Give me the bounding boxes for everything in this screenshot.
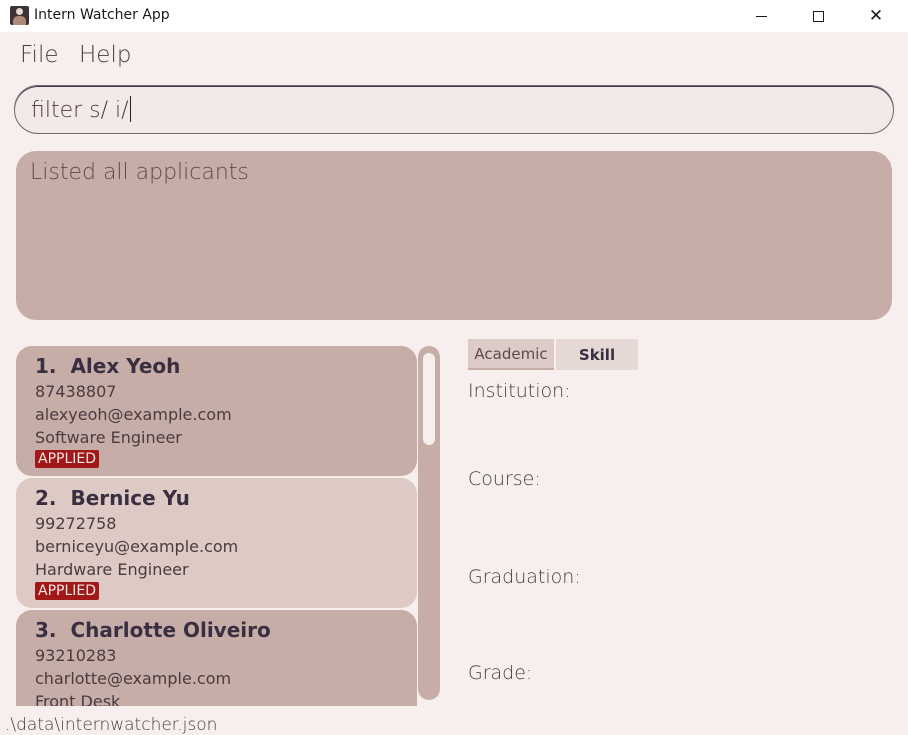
save-file-path: .\data\internwatcher.json [5,715,218,735]
applicant-card[interactable]: 3. Charlotte Oliveiro 93210283 charlotte… [16,610,417,706]
applicant-email: berniceyu@example.com [35,537,239,556]
institution-label: Institution: [468,380,571,402]
applicant-detail-panel: Academic Skill Institution: Course: Grad… [455,336,900,706]
maximize-button[interactable] [795,0,841,32]
applicant-phone: 99272758 [35,514,117,533]
minimize-icon [755,15,767,17]
tab-academic[interactable]: Academic [468,339,554,370]
graduation-label: Graduation: [468,566,581,588]
list-scrollbar[interactable] [418,346,440,700]
applicant-role: Hardware Engineer [35,560,189,579]
window-title: Intern Watcher App [34,7,170,23]
menu-file[interactable]: File [20,42,59,68]
command-text: filter s/ i/ [31,98,129,123]
applicant-list-panel: 1. Alex Yeoh 87438807 alexyeoh@example.c… [8,336,452,706]
status-badge: APPLIED [35,582,100,600]
command-box[interactable]: filter s/ i/ [14,85,894,134]
applicant-phone: 87438807 [35,382,117,401]
text-caret [129,96,131,122]
applicant-email: charlotte@example.com [35,669,232,688]
applicant-name: 2. Bernice Yu [35,486,190,510]
applicant-name: 1. Alex Yeoh [35,354,181,378]
close-button[interactable]: ✕ [853,0,899,32]
applicant-card[interactable]: 2. Bernice Yu 99272758 berniceyu@example… [16,478,417,608]
close-icon: ✕ [868,6,884,25]
applicant-name: 3. Charlotte Oliveiro [35,618,271,642]
menu-bar: File Help [0,34,908,78]
applicant-card[interactable]: 1. Alex Yeoh 87438807 alexyeoh@example.c… [16,346,417,476]
title-bar: Intern Watcher App ✕ [0,0,908,32]
tab-skill[interactable]: Skill [556,339,638,370]
grade-label: Grade: [468,662,533,684]
minimize-button[interactable] [738,0,784,32]
status-bar: .\data\internwatcher.json [0,706,908,735]
applicant-email: alexyeoh@example.com [35,405,232,424]
result-display: Listed all applicants [16,151,892,320]
result-message: Listed all applicants [30,160,249,185]
course-label: Course: [468,468,541,490]
maximize-icon [812,10,824,22]
applicant-role: Front Desk [35,692,121,706]
command-input[interactable]: filter s/ i/ [31,96,871,123]
menu-help[interactable]: Help [79,42,131,68]
applicant-phone: 93210283 [35,646,117,665]
app-logo-icon [10,6,29,25]
applicant-role: Software Engineer [35,428,182,447]
status-badge: APPLIED [35,450,100,468]
scrollbar-thumb[interactable] [423,353,435,445]
